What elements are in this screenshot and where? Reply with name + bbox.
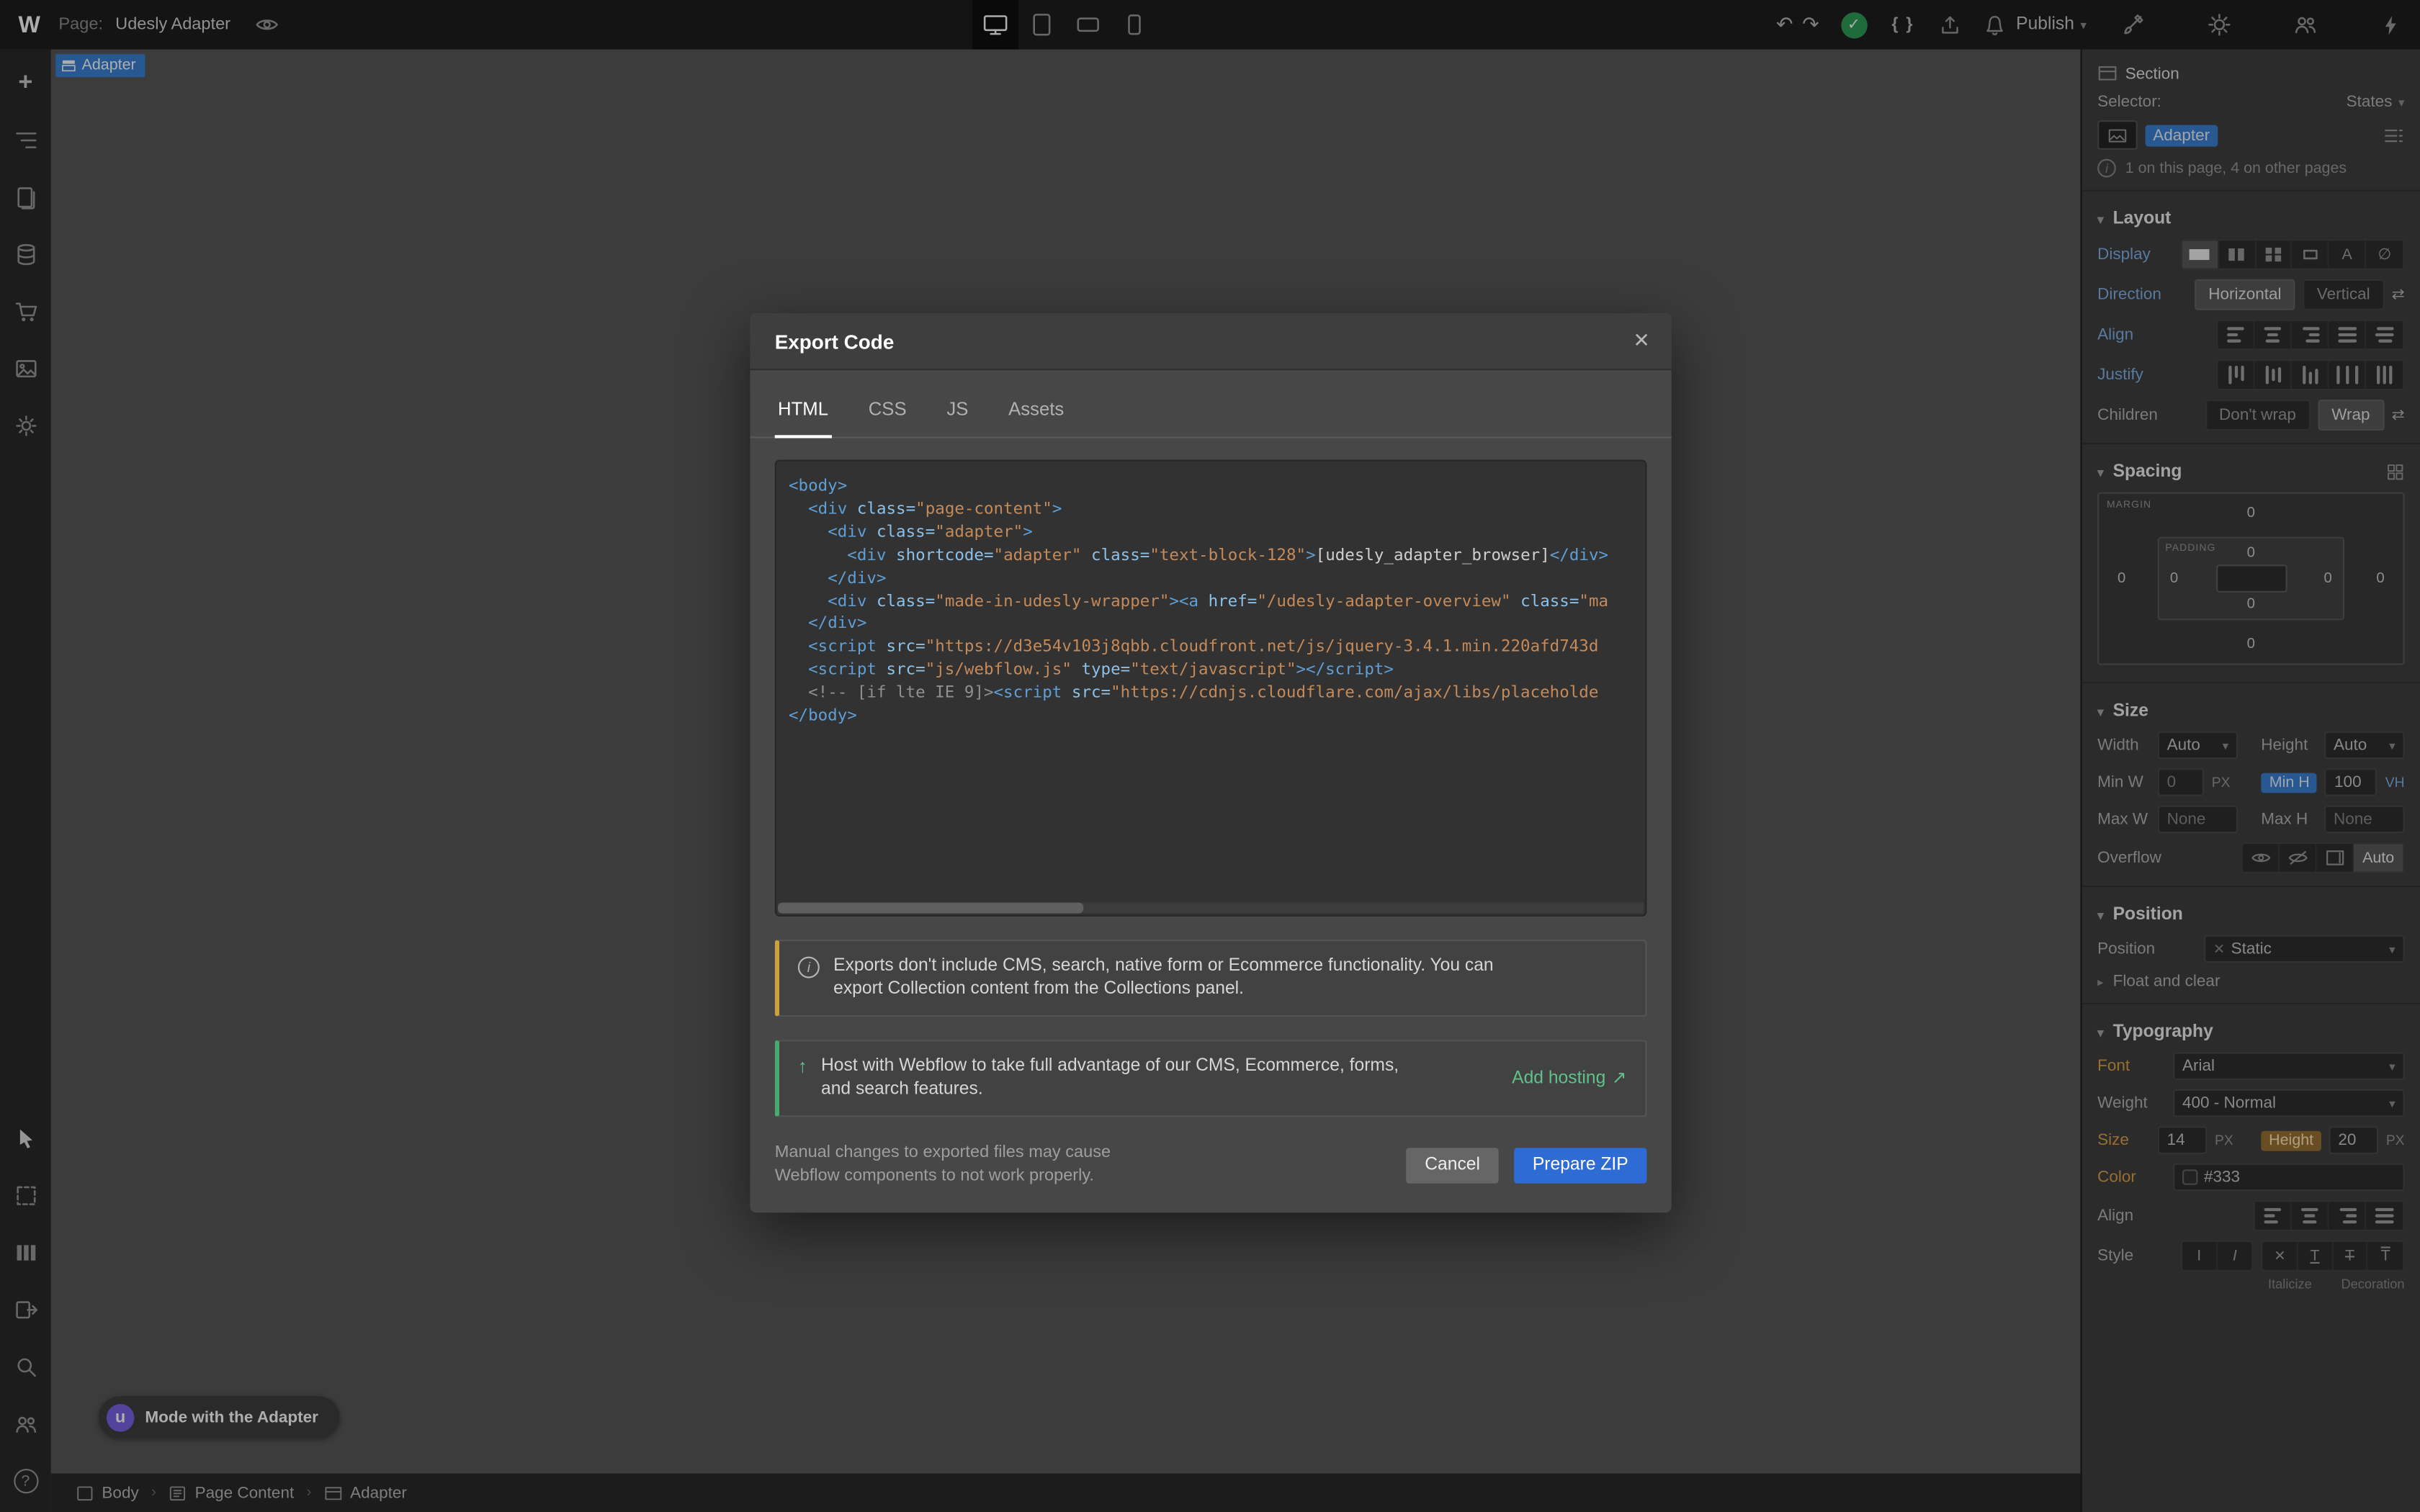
- export-tabs: HTML CSS JS Assets: [750, 379, 1671, 438]
- cms-export-notice: i Exports don't include CMS, search, nat…: [775, 940, 1647, 1017]
- prepare-zip-button[interactable]: Prepare ZIP: [1514, 1147, 1646, 1182]
- webflow-designer: W Page: Udesly Adapter ↶ ↷ ✓: [0, 0, 2420, 1512]
- info-icon: i: [798, 957, 820, 978]
- horizontal-scrollbar[interactable]: [778, 903, 1644, 914]
- cancel-button[interactable]: Cancel: [1407, 1147, 1499, 1182]
- code-viewer[interactable]: <body> <div class="page-content"> <div c…: [775, 460, 1647, 917]
- tab-css[interactable]: CSS: [865, 379, 909, 438]
- close-icon[interactable]: ✕: [1633, 328, 1649, 353]
- export-code-modal: Export Code ✕ HTML CSS JS Assets <body> …: [750, 313, 1671, 1212]
- cms-notice-text: Exports don't include CMS, search, nativ…: [833, 955, 1512, 1001]
- scrollbar-thumb[interactable]: [778, 903, 1083, 914]
- hosting-notice: ↑ Host with Webflow to take full advanta…: [775, 1040, 1647, 1117]
- hosting-notice-text: Host with Webflow to take full advantage…: [821, 1056, 1407, 1102]
- modal-footer: Manual changes to exported files may cau…: [750, 1117, 1671, 1212]
- arrow-up-icon: ↑: [798, 1056, 807, 1079]
- external-link-icon: ↗: [1612, 1067, 1627, 1090]
- tab-assets[interactable]: Assets: [1005, 379, 1067, 438]
- add-hosting-link[interactable]: Add hosting ↗: [1512, 1067, 1626, 1090]
- tab-js[interactable]: JS: [944, 379, 972, 438]
- code-block: <body> <div class="page-content"> <div c…: [776, 462, 1645, 742]
- export-warning-note: Manual changes to exported files may cau…: [775, 1142, 1176, 1188]
- modal-title: Export Code: [775, 330, 895, 353]
- tab-html[interactable]: HTML: [775, 379, 832, 438]
- modal-header: Export Code ✕: [750, 313, 1671, 370]
